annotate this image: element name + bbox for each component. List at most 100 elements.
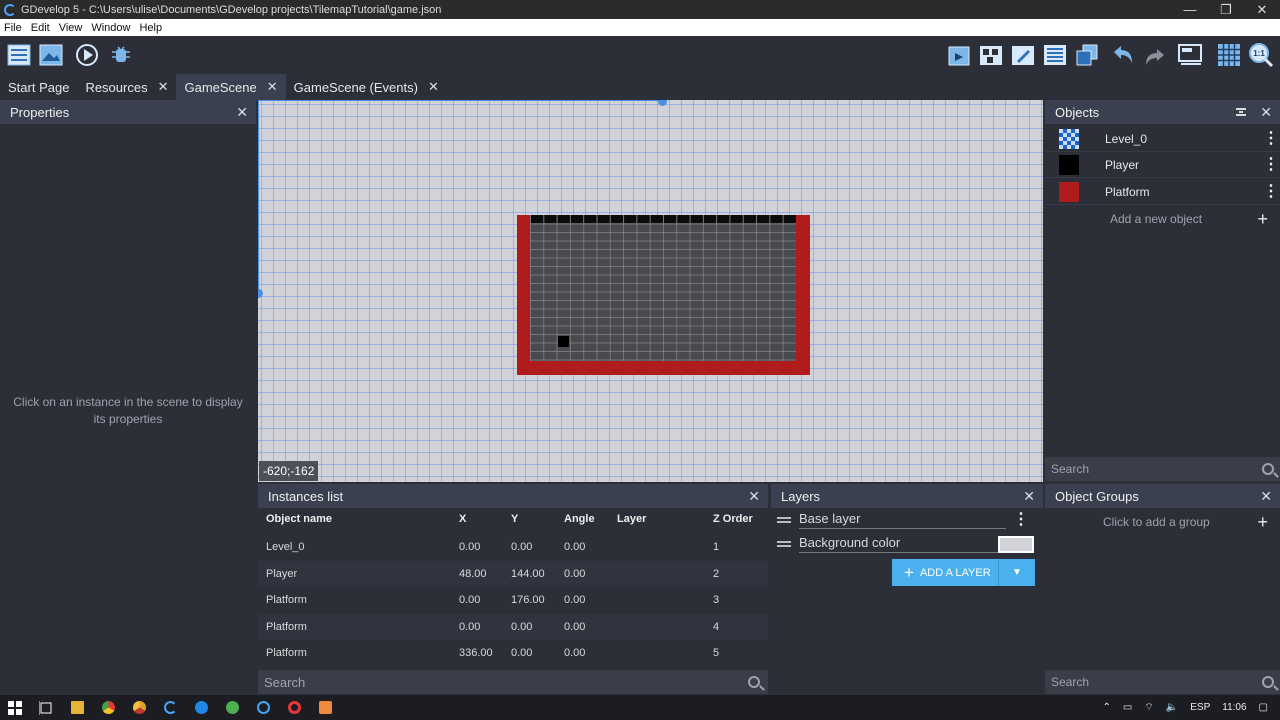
chevron-down-icon[interactable]: ▼ xyxy=(999,567,1035,578)
instances-search-input[interactable]: Search xyxy=(258,670,768,694)
volume-icon[interactable]: 🔈 xyxy=(1166,702,1178,713)
table-row[interactable]: Platform 0.00 176.00 0.00 3 xyxy=(258,587,768,613)
background-color-swatch[interactable] xyxy=(998,535,1034,553)
undo-icon[interactable] xyxy=(1110,42,1136,68)
cell-z: 3 xyxy=(713,594,720,606)
task-view-icon[interactable] xyxy=(34,695,58,720)
more-options-icon[interactable]: ⋮ xyxy=(1012,512,1030,528)
more-options-icon[interactable]: ⋮ xyxy=(1262,183,1280,199)
gdevelop-icon[interactable] xyxy=(158,695,182,720)
tab-resources[interactable]: Resources ✕ xyxy=(77,74,176,100)
table-row[interactable]: Platform 336.00 0.00 0.00 5 xyxy=(258,640,768,666)
drag-handle-icon[interactable] xyxy=(777,517,791,523)
add-layer-main[interactable]: + ADD A LAYER xyxy=(892,559,999,586)
cell-name: Platform xyxy=(266,647,307,659)
menu-view[interactable]: View xyxy=(59,22,83,34)
start-icon[interactable] xyxy=(3,695,27,720)
close-icon[interactable]: ✕ xyxy=(1023,488,1035,505)
menu-file[interactable]: File xyxy=(4,22,22,34)
language-indicator[interactable]: ESP xyxy=(1190,702,1210,713)
add-group-button[interactable]: Click to add a group + xyxy=(1045,510,1280,534)
layer-item-background[interactable]: Background color xyxy=(771,532,1043,556)
column-header[interactable]: Angle xyxy=(564,508,595,530)
chrome-icon[interactable] xyxy=(96,695,120,720)
layer-name-field[interactable]: Base layer xyxy=(799,511,1006,529)
add-layer-button[interactable]: + ADD A LAYER ▼ xyxy=(892,559,1035,586)
project-manager-icon[interactable] xyxy=(6,42,32,68)
column-header[interactable]: Object name xyxy=(266,508,332,530)
column-header[interactable]: Y xyxy=(511,508,518,530)
close-icon[interactable]: ✕ xyxy=(236,104,248,121)
zoom-reset-icon[interactable]: 1:1 xyxy=(1248,42,1274,68)
column-header[interactable]: Z Order xyxy=(713,508,753,530)
resize-handle[interactable] xyxy=(258,289,263,298)
menu-help[interactable]: Help xyxy=(139,22,162,34)
groups-search-input[interactable]: Search xyxy=(1045,670,1280,694)
tilemap-top-row xyxy=(530,215,796,223)
object-item-player[interactable]: Player ⋮ xyxy=(1045,152,1280,178)
drag-handle-icon xyxy=(777,541,791,547)
object-item-level-0[interactable]: Level_0 ⋮ xyxy=(1045,126,1280,152)
objects-search-input[interactable]: Search xyxy=(1045,457,1280,481)
search-icon xyxy=(1262,463,1274,475)
table-row[interactable]: Player 48.00 144.00 0.00 2 xyxy=(258,561,768,587)
menu-edit[interactable]: Edit xyxy=(31,22,50,34)
level-instance[interactable] xyxy=(517,215,810,375)
redo-icon[interactable] xyxy=(1142,42,1168,68)
app-blue-icon[interactable] xyxy=(251,695,275,720)
filter-icon[interactable] xyxy=(1236,108,1247,116)
grid-icon[interactable] xyxy=(1216,42,1242,68)
maximize-button[interactable]: ❐ xyxy=(1208,2,1244,18)
groups-header: Object Groups ✕ xyxy=(1045,484,1280,508)
app-orange-icon[interactable] xyxy=(313,695,337,720)
layer-item-base[interactable]: Base layer ⋮ xyxy=(771,508,1043,532)
cell-y: 0.00 xyxy=(511,647,533,659)
object-item-platform[interactable]: Platform ⋮ xyxy=(1045,179,1280,205)
close-window-button[interactable]: ✕ xyxy=(1244,2,1280,18)
table-row[interactable]: Platform 0.00 0.00 0.00 4 xyxy=(258,614,768,640)
preview-icon[interactable] xyxy=(74,42,100,68)
layers-header: Layers ✕ xyxy=(771,484,1043,508)
app-green-icon[interactable] xyxy=(220,695,244,720)
notifications-icon[interactable]: ▢ xyxy=(1259,702,1268,713)
cell-y: 0.00 xyxy=(511,621,533,633)
chevron-up-icon[interactable]: ⌃ xyxy=(1103,702,1111,713)
resize-handle[interactable] xyxy=(658,100,667,106)
network-icon[interactable]: ⌔ xyxy=(1144,701,1153,714)
player-instance[interactable] xyxy=(558,336,569,347)
file-explorer-icon[interactable] xyxy=(65,695,89,720)
close-icon[interactable]: ✕ xyxy=(267,79,278,95)
clock[interactable]: 11:06 xyxy=(1222,702,1246,713)
more-options-icon[interactable]: ⋮ xyxy=(1262,130,1280,146)
column-header[interactable]: X xyxy=(459,508,466,530)
close-icon[interactable]: ✕ xyxy=(1260,104,1272,121)
more-options-icon[interactable]: ⋮ xyxy=(1262,156,1280,172)
instances-list-icon[interactable] xyxy=(1042,42,1068,68)
add-object-button[interactable]: Add a new object + xyxy=(1045,206,1280,232)
edit-icon[interactable] xyxy=(1010,42,1036,68)
close-icon[interactable]: ✕ xyxy=(748,488,760,505)
editor-settings-icon[interactable] xyxy=(1178,42,1204,68)
cell-x: 0.00 xyxy=(459,594,481,606)
column-header[interactable]: Layer xyxy=(617,508,646,530)
cursor-coordinates: -620;-162 xyxy=(259,461,319,481)
tab-gamescene-events[interactable]: GameScene (Events) ✕ xyxy=(286,74,447,100)
scene-icon[interactable] xyxy=(38,42,64,68)
opera-icon[interactable] xyxy=(282,695,306,720)
edge-icon[interactable] xyxy=(189,695,213,720)
chrome-canary-icon[interactable] xyxy=(127,695,151,720)
object-groups-icon[interactable] xyxy=(978,42,1004,68)
menu-window[interactable]: Window xyxy=(91,22,130,34)
tab-start-page[interactable]: Start Page xyxy=(0,74,77,100)
add-instance-icon[interactable] xyxy=(946,42,972,68)
scene-canvas[interactable] xyxy=(258,100,1043,482)
layers-icon[interactable] xyxy=(1074,42,1100,68)
close-icon[interactable]: ✕ xyxy=(158,79,169,95)
debug-icon[interactable] xyxy=(108,42,134,68)
close-icon[interactable]: ✕ xyxy=(428,79,439,95)
close-icon[interactable]: ✕ xyxy=(1260,488,1272,505)
table-row[interactable]: Level_0 0.00 0.00 0.00 1 xyxy=(258,534,768,560)
tab-gamescene[interactable]: GameScene ✕ xyxy=(176,74,286,100)
battery-icon[interactable]: ▭ xyxy=(1123,702,1132,713)
minimize-button[interactable]: — xyxy=(1172,2,1208,17)
